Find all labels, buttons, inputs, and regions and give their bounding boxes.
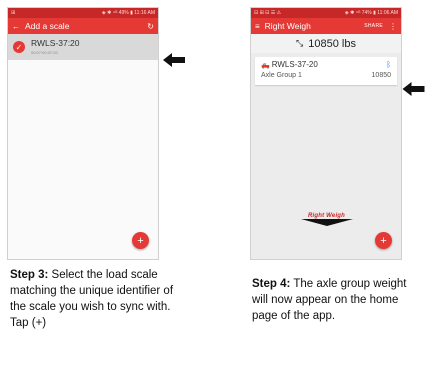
status-bar: ⊟ ⊞ ⊟ ☰ ⚠ ◈ ✱ ⁴ᴳ 74% ▮ 11:06 AM	[251, 8, 401, 18]
scale-name: RWLS-37:20	[31, 38, 80, 49]
pointer-arrow-icon	[402, 82, 425, 96]
status-right: ◈ ✱ ⁴ᴳ 49% ▮ 11:16 AM	[101, 10, 155, 16]
step4-label: Step 4:	[252, 278, 291, 290]
back-arrow-icon[interactable]: ←	[12, 22, 20, 31]
expand-diagonal-icon: ⤡	[296, 38, 304, 48]
right-weigh-logo: Right Weigh	[299, 213, 354, 226]
refresh-icon[interactable]: ↻	[147, 22, 154, 31]
status-bar: ⊞ ◈ ✱ ⁴ᴳ 49% ▮ 11:16 AM	[8, 8, 158, 18]
app-bar: ≡ Right Weigh SHARE ⋮	[251, 18, 401, 34]
page-title: Add a scale	[25, 21, 70, 31]
axle-group-label: Axle Group 1	[261, 72, 302, 79]
total-weight: ⤡ 10850 lbs	[251, 34, 401, 53]
step3-label: Step 3:	[10, 269, 49, 281]
share-button[interactable]: SHARE	[364, 23, 383, 29]
hamburger-icon[interactable]: ≡	[255, 22, 260, 31]
phone-screen-home: ⊟ ⊞ ⊟ ☰ ⚠ ◈ ✱ ⁴ᴳ 74% ▮ 11:06 AM ≡ Right …	[250, 7, 402, 260]
scale-identifier: 00:07:00:37:20	[31, 49, 58, 55]
status-right: ◈ ✱ ⁴ᴳ 74% ▮ 11:06 AM	[344, 10, 398, 16]
total-weight-value: 10850 lbs	[308, 37, 356, 50]
phone-screen-add-scale: ⊞ ◈ ✱ ⁴ᴳ 49% ▮ 11:16 AM ← Add a scale ↻ …	[7, 7, 159, 260]
axle-group-card[interactable]: 🛻 RWLS-37-20 ᛒ Axle Group 1 10850	[255, 57, 397, 85]
truck-icon: 🛻	[261, 62, 270, 69]
pointer-arrow-icon	[163, 53, 185, 67]
app-title: Right Weigh	[264, 21, 311, 31]
axle-weight-value: 10850	[371, 72, 391, 79]
check-icon: ✓	[13, 41, 25, 53]
status-left: ⊟ ⊞ ⊟ ☰ ⚠	[254, 10, 282, 16]
list-background	[8, 60, 158, 259]
step3-caption: Step 3: Select the load scale matching t…	[10, 267, 175, 331]
scale-list-item[interactable]: ✓ RWLS-37:20 00:07:00:37:20	[8, 34, 158, 60]
logo-chevron-icon	[300, 219, 353, 226]
more-vert-icon[interactable]: ⋮	[389, 22, 397, 31]
add-button[interactable]: +	[132, 232, 149, 249]
scale-name: RWLS-37-20	[271, 60, 318, 69]
app-bar: ← Add a scale ↻	[8, 18, 158, 34]
step4-caption: Step 4: The axle group weight will now a…	[252, 276, 424, 324]
add-button[interactable]: +	[375, 232, 392, 249]
bluetooth-icon: ᛒ	[386, 60, 391, 69]
status-left: ⊞	[11, 10, 16, 16]
